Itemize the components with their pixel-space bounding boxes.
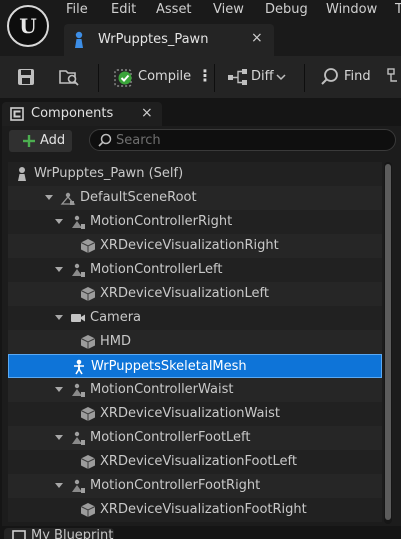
expand-arrow-icon[interactable] [55, 267, 63, 272]
tree-row[interactable]: Camera [8, 306, 382, 330]
expand-arrow-icon[interactable] [55, 219, 63, 224]
skeletal-mesh-icon [74, 359, 84, 375]
tree-row[interactable]: XRDeviceVisualizationRight [8, 234, 382, 258]
hierarchy-icon[interactable] [387, 68, 401, 86]
add-component-button[interactable]: Add [9, 130, 72, 152]
diff-icon [228, 69, 247, 85]
expand-arrow-icon[interactable] [55, 483, 63, 488]
component-tree: WrPupptes_Pawn (Self) DefaultSceneRoot Mot… [8, 162, 382, 522]
static-mesh-icon [80, 455, 96, 469]
tree-row-label: MotionControllerFootLeft [90, 430, 251, 445]
search-input[interactable] [116, 132, 386, 148]
expand-arrow-icon[interactable] [55, 387, 63, 392]
close-icon[interactable]: × [251, 30, 263, 46]
motion-controller-icon [72, 383, 85, 397]
components-tab[interactable]: Components × [2, 102, 162, 126]
compile-button[interactable]: Compile [138, 69, 191, 84]
tree-row-label: HMD [100, 334, 132, 349]
tree-row[interactable]: WrPuppetsSkeletalMesh [8, 354, 382, 378]
tree-row-label: Camera [90, 310, 142, 325]
title-bar: U File Edit Asset View Debug Window T Wr… [0, 0, 401, 62]
tree-row-label: MotionControllerWaist [90, 382, 234, 397]
tree-row-label: XRDeviceVisualizationFootLeft [100, 454, 297, 469]
my-blueprint-tab[interactable]: My Blueprint [4, 528, 114, 539]
tree-row-label: WrPupptes_Pawn (Self) [34, 166, 184, 181]
tree-row-label: XRDeviceVisualizationFootRight [100, 502, 307, 517]
blueprint-editor-window: U File Edit Asset View Debug Window T Wr… [0, 0, 401, 539]
menu-file[interactable]: File [66, 2, 88, 18]
tree-row[interactable]: MotionControllerFootRight [8, 474, 382, 498]
scrollbar-thumb[interactable] [385, 164, 391, 520]
menu-debug[interactable]: Debug [265, 2, 308, 18]
menu-edit[interactable]: Edit [111, 2, 136, 18]
tree-row-label: MotionControllerRight [90, 214, 233, 229]
tree-row[interactable]: HMD [8, 330, 382, 354]
tree-row[interactable]: MotionControllerRight [8, 210, 382, 234]
compile-status-icon[interactable] [114, 67, 134, 87]
motion-controller-icon [72, 263, 85, 277]
camera-icon [71, 314, 85, 322]
tree-row[interactable]: XRDeviceVisualizationLeft [8, 282, 382, 306]
find-icon [321, 68, 338, 85]
blueprint-icon [12, 530, 26, 539]
static-mesh-icon [80, 503, 96, 517]
tree-row[interactable]: XRDeviceVisualizationFootLeft [8, 450, 382, 474]
unreal-logo-icon[interactable]: U [7, 5, 49, 47]
menu-asset[interactable]: Asset [156, 2, 192, 18]
scene-component-icon [60, 192, 76, 205]
document-tab[interactable]: WrPupptes_Pawn × [64, 24, 274, 56]
tree-row[interactable]: XRDeviceVisualizationFootRight [8, 498, 382, 522]
expand-arrow-icon[interactable] [55, 315, 63, 320]
add-button-label: Add [40, 133, 66, 148]
search-box [89, 129, 396, 151]
document-tab-label: WrPupptes_Pawn [98, 32, 209, 47]
save-icon[interactable] [16, 67, 36, 87]
tree-row[interactable]: WrPupptes_Pawn (Self) [8, 162, 382, 186]
tree-row-label: XRDeviceVisualizationWaist [100, 406, 280, 421]
tree-row[interactable]: DefaultSceneRoot [8, 186, 382, 210]
menu-view[interactable]: View [213, 2, 244, 18]
tree-row[interactable]: MotionControllerFootLeft [8, 426, 382, 450]
chevron-down-icon[interactable] [276, 73, 286, 81]
close-icon[interactable]: × [141, 105, 153, 121]
toolbar: Compile ⋮ Diff Find [0, 56, 401, 98]
tree-row-label: DefaultSceneRoot [80, 190, 197, 205]
motion-controller-icon [72, 215, 85, 229]
search-icon [98, 133, 112, 147]
components-tab-label: Components [31, 106, 114, 121]
expand-arrow-icon[interactable] [55, 435, 63, 440]
tree-row-label: MotionControllerLeft [90, 262, 223, 277]
tree-row[interactable]: XRDeviceVisualizationWaist [8, 402, 382, 426]
diff-button[interactable]: Diff [251, 69, 274, 84]
find-button[interactable]: Find [344, 69, 371, 84]
tree-row-label: WrPuppetsSkeletalMesh [91, 359, 247, 374]
expand-arrow-icon[interactable] [45, 195, 53, 200]
static-mesh-icon [80, 335, 96, 349]
plus-icon [23, 135, 35, 147]
components-icon [10, 107, 24, 121]
compile-options-icon[interactable]: ⋮ [197, 66, 213, 85]
pawn-icon [18, 167, 26, 181]
motion-controller-icon [72, 479, 85, 493]
static-mesh-icon [80, 287, 96, 301]
tree-row[interactable]: MotionControllerWaist [8, 378, 382, 402]
tree-row-label: XRDeviceVisualizationLeft [100, 286, 269, 301]
browse-icon[interactable] [58, 67, 80, 87]
pawn-icon [75, 31, 83, 48]
motion-controller-icon [72, 431, 85, 445]
tree-row-label: MotionControllerFootRight [90, 478, 261, 493]
menu-window[interactable]: Window [326, 2, 377, 18]
tree-row[interactable]: MotionControllerLeft [8, 258, 382, 282]
static-mesh-icon [80, 239, 96, 253]
my-blueprint-tab-label: My Blueprint [31, 528, 114, 539]
static-mesh-icon [80, 407, 96, 421]
tree-row-label: XRDeviceVisualizationRight [100, 238, 279, 253]
menu-tools[interactable]: T [395, 2, 401, 18]
